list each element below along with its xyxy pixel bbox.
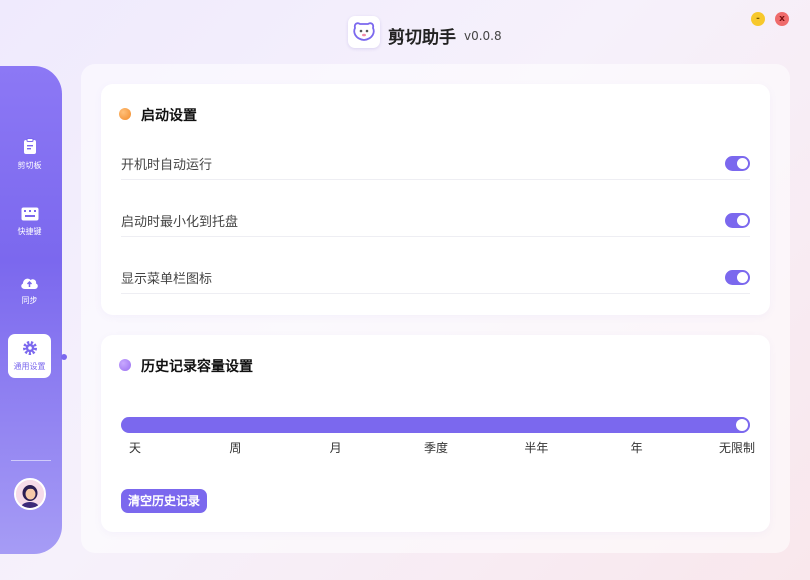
minimize-button[interactable]: - <box>751 12 765 26</box>
sidebar-item-sync[interactable]: 同步 <box>8 268 51 312</box>
sidebar-item-label: 同步 <box>21 295 38 305</box>
history-capacity-title: 历史记录容量设置 <box>141 359 253 375</box>
history-capacity-slider[interactable] <box>121 417 750 433</box>
setting-row-menubar-icon: 显示菜单栏图标 <box>121 254 750 294</box>
active-indicator-dot <box>61 354 67 360</box>
history-capacity-card: 历史记录容量设置 天 周 月 季度 半年 年 无限制 清空历史记录 <box>101 335 770 532</box>
sidebar-item-label: 通用设置 <box>13 362 46 371</box>
minimize-to-tray-toggle[interactable] <box>725 213 750 228</box>
slider-tick-label[interactable]: 半年 <box>524 439 548 456</box>
sidebar-item-shortcuts[interactable]: 快捷键 <box>8 200 51 244</box>
slider-tick-label[interactable]: 月 <box>330 439 342 456</box>
close-button[interactable]: x <box>775 12 789 26</box>
slider-thumb[interactable] <box>736 419 748 431</box>
slider-tick-label[interactable]: 周 <box>229 439 241 456</box>
startup-settings-title: 启动设置 <box>141 108 197 124</box>
slider-tick-label[interactable]: 天 <box>129 439 141 456</box>
slider-tick-label[interactable]: 无限制 <box>719 439 755 456</box>
gear-icon <box>22 340 38 358</box>
user-avatar-icon[interactable] <box>14 478 46 510</box>
sidebar-item-general-settings[interactable]: 通用设置 <box>8 334 51 378</box>
setting-row-minimize-to-tray: 启动时最小化到托盘 <box>121 197 750 237</box>
orange-dot-icon <box>119 108 131 120</box>
menubar-icon-toggle[interactable] <box>725 270 750 285</box>
cloud-upload-icon <box>20 275 39 292</box>
setting-label: 开机时自动运行 <box>121 158 213 173</box>
purple-dot-icon <box>119 359 131 371</box>
startup-settings-card: 启动设置 开机时自动运行 启动时最小化到托盘 显示菜单栏图标 <box>101 84 770 315</box>
setting-label: 启动时最小化到托盘 <box>121 215 239 230</box>
slider-tick-label[interactable]: 季度 <box>424 439 448 456</box>
clipboard-icon <box>22 137 38 157</box>
dog-face-icon <box>348 16 380 48</box>
sidebar: 剪切板 快捷键 同步 通用设置 <box>0 66 62 554</box>
slider-tick-label[interactable]: 年 <box>631 439 643 456</box>
app-version: v0.0.8 <box>464 29 502 43</box>
sidebar-divider <box>11 460 51 461</box>
slider-fill <box>121 417 750 433</box>
setting-row-autostart: 开机时自动运行 <box>121 140 750 180</box>
autostart-toggle[interactable] <box>725 156 750 171</box>
sidebar-item-label: 快捷键 <box>17 227 42 236</box>
app-title: 剪切助手 <box>388 28 456 48</box>
clear-history-button[interactable]: 清空历史记录 <box>121 489 208 513</box>
sidebar-item-label: 剪切板 <box>17 160 42 170</box>
title-bar: 剪切助手 v0.0.8 - x <box>0 0 810 60</box>
keyboard-icon <box>21 207 39 223</box>
setting-label: 显示菜单栏图标 <box>121 272 213 287</box>
sidebar-item-clipboard[interactable]: 剪切板 <box>8 132 51 176</box>
